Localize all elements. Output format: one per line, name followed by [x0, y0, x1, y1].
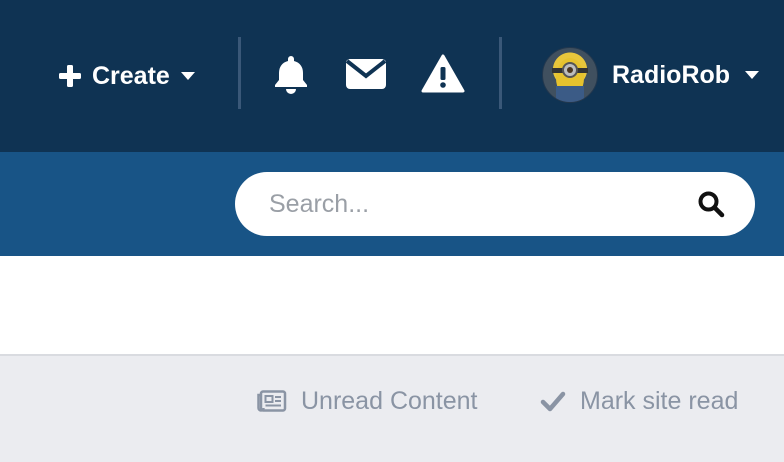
unread-content-label: Unread Content — [301, 386, 478, 415]
envelope-icon — [345, 59, 387, 89]
chevron-down-icon — [745, 71, 760, 79]
content-header-bar — [0, 256, 784, 356]
chevron-down-icon — [180, 72, 195, 80]
avatar — [542, 47, 598, 103]
avatar-image — [552, 58, 588, 102]
mark-site-read-link[interactable]: Mark site read — [540, 384, 738, 418]
messages-button[interactable] — [344, 54, 388, 94]
top-nav-bar: Create RadioRob — [0, 0, 784, 152]
create-button[interactable]: Create — [58, 58, 196, 94]
mark-site-read-label: Mark site read — [580, 386, 739, 415]
bell-icon — [275, 56, 307, 94]
plus-icon — [59, 65, 81, 87]
notifications-button[interactable] — [269, 54, 313, 94]
search-icon[interactable] — [697, 190, 725, 218]
username: RadioRob — [612, 60, 731, 89]
nav-divider — [238, 37, 241, 109]
unread-content-link[interactable]: Unread Content — [257, 384, 478, 418]
user-menu[interactable]: RadioRob — [542, 47, 760, 103]
warnings-button[interactable] — [421, 54, 465, 94]
newspaper-icon — [257, 390, 287, 412]
search-input[interactable] — [267, 188, 671, 220]
nav-divider — [499, 37, 502, 109]
check-icon — [540, 391, 566, 412]
warning-icon — [421, 54, 465, 93]
search-box — [235, 172, 755, 236]
create-label: Create — [92, 61, 170, 90]
